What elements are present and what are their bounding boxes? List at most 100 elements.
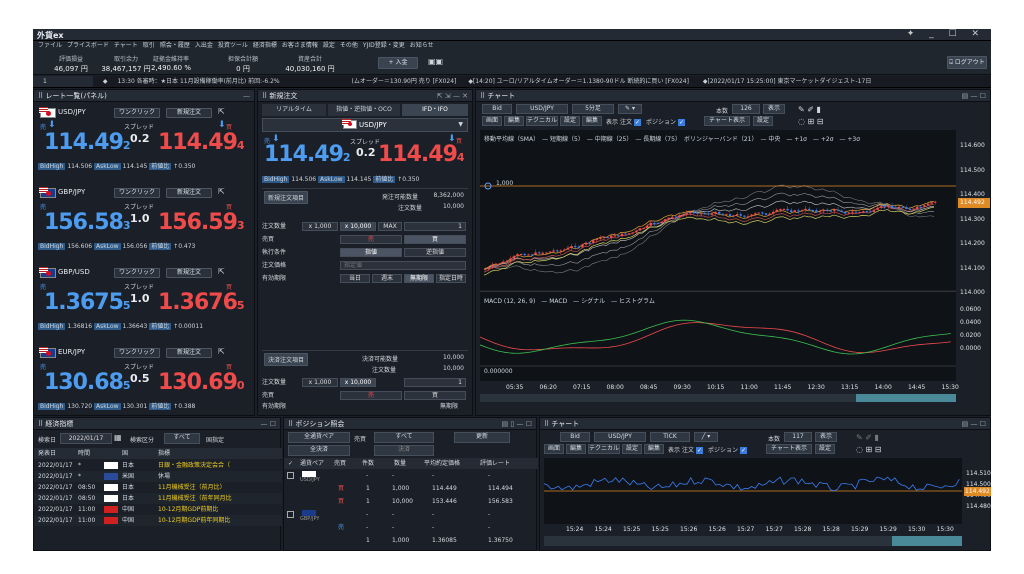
count-input[interactable]: 126 [732, 104, 760, 114]
price-input[interactable] [340, 261, 466, 270]
bid-price[interactable]: 114.492 [264, 142, 351, 167]
table-row[interactable]: 2022/01/17 * 米国 休場 [34, 471, 282, 482]
date-input[interactable]: 2022/01/17 [60, 433, 112, 444]
menu-item[interactable]: YJID登録・変更 [363, 41, 405, 51]
new-order-button[interactable]: 新規注文 [166, 108, 212, 118]
screen-button[interactable]: 画面 [544, 444, 564, 454]
edit-button[interactable]: 編集 [504, 116, 524, 126]
panel-controls[interactable]: ▤ — ☐ [962, 90, 986, 102]
cond-stop-button[interactable]: 逆指値 [404, 248, 466, 257]
side-sell-button[interactable]: 売 [340, 235, 402, 244]
pin-icon[interactable]: ⇱ [218, 187, 225, 196]
zoom-icons[interactable]: ◌ ⊞ ⊟ [798, 117, 823, 126]
display-toggle-icon[interactable]: ▣▣ [428, 57, 450, 69]
refresh-button[interactable]: 更新 [454, 432, 510, 443]
column-header[interactable]: 国 [122, 448, 128, 459]
bid-price[interactable]: 156.583 [44, 210, 131, 235]
pencil-icon[interactable]: ✎ ✐ ▮ [856, 433, 879, 442]
order-checkbox[interactable]: 注文 ✓ [620, 117, 641, 126]
tab-limit-stop-oco[interactable]: 指値・逆指値・OCO [328, 104, 400, 116]
settle-mult-1000-button[interactable]: x 1,000 [302, 378, 338, 387]
oneclick-button[interactable]: ワンクリック [114, 268, 160, 278]
menu-item[interactable]: お客さま情報 [282, 41, 318, 51]
logout-button[interactable]: ⍈ ログアウト [947, 56, 987, 69]
new-order-button[interactable]: 新規注文 [166, 268, 212, 278]
pair-select[interactable]: USD/JPY [516, 104, 568, 114]
chart-display-button[interactable]: チャート表示 [766, 444, 812, 454]
column-header[interactable]: 数量 [394, 458, 406, 469]
timeframe-select[interactable]: 5分足 [572, 104, 614, 114]
filter-select[interactable]: すべて [164, 433, 200, 444]
mult-10000-button[interactable]: x 10,000 [340, 222, 376, 231]
chart-scrollbar[interactable] [544, 536, 962, 546]
draw-tool-icon[interactable]: ╱ ▾ [694, 432, 718, 442]
table-row[interactable]: 2022/01/17 08:50 日本 11月機械受注（前月比） [34, 482, 282, 493]
ask-price[interactable]: 156.593 [158, 210, 245, 235]
column-header[interactable]: 指標 [158, 448, 170, 459]
menu-item[interactable]: ファイル [38, 41, 62, 51]
timeframe-select[interactable]: TICK [650, 432, 690, 442]
technical-button[interactable]: テクニカル [588, 444, 620, 454]
menu-item[interactable]: 経済指標 [253, 41, 277, 51]
table-row[interactable]: GBP/JPY - - - - [284, 509, 538, 522]
calendar-icon[interactable]: ▦ [114, 433, 122, 442]
column-header[interactable]: 売買 [334, 458, 346, 469]
mult-1000-button[interactable]: x 1,000 [302, 222, 338, 231]
table-row[interactable]: 1 1,000 1.36085 1.36750 [284, 535, 538, 546]
minimize-icon[interactable]: — [243, 90, 250, 102]
technical-button[interactable]: テクニカル [526, 116, 558, 126]
chart-display-button[interactable]: チャート表示 [704, 116, 750, 126]
settle-all-button[interactable]: 全決済 [288, 445, 350, 456]
cond-limit-button[interactable]: 指値 [340, 248, 402, 257]
bid-price[interactable]: 130.685 [44, 370, 131, 395]
menu-item[interactable]: 照会・履歴 [160, 41, 190, 51]
new-order-button[interactable]: 新規注文 [166, 188, 212, 198]
table-row[interactable]: USD/JPY - - - - [284, 470, 538, 483]
table-row[interactable]: 2022/01/17 11:00 中国 10-12月期GDP前年同期比 [34, 515, 282, 526]
menu-item[interactable]: 設定 [323, 41, 335, 51]
ticker-page[interactable]: 1 [33, 76, 93, 87]
pencil-icon[interactable]: ✎ ✐ ▮ [798, 105, 821, 114]
panel-controls[interactable]: ▤ — ☐ [962, 418, 986, 430]
order-checkbox[interactable]: 注文 ✓ [682, 445, 703, 454]
row-checkbox[interactable] [287, 472, 294, 479]
tab-ifd-ifo[interactable]: IFD・IFO [402, 104, 468, 116]
price-type-select[interactable]: Bid [482, 104, 512, 114]
zoom-icons[interactable]: ◌ ⊞ ⊟ [856, 445, 881, 454]
check-icon[interactable]: ✓ [288, 458, 293, 469]
settle-mult-10000-button[interactable]: x 10,000 [340, 378, 376, 387]
column-header[interactable]: 時間 [78, 448, 90, 459]
max-button[interactable]: MAX [378, 222, 402, 231]
ask-price[interactable]: 114.494 [158, 130, 245, 155]
settle-qty-input[interactable]: 1 [404, 378, 466, 387]
column-header[interactable]: 評価レート [480, 458, 510, 469]
show-button[interactable]: 表示 [763, 104, 785, 114]
bid-price[interactable]: 1.36755 [44, 290, 131, 315]
play-icon[interactable]: ◆ [103, 78, 108, 85]
price-chart[interactable]: 移動平均線（SMA） — 短期線（5） — 中期線（25） — 長期線（75） … [480, 130, 956, 290]
exp-week-button[interactable]: 週末 [372, 274, 402, 283]
count-input[interactable]: 117 [784, 432, 812, 442]
exp-date-button[interactable]: 指定日時 [436, 274, 466, 283]
draw-tool-icon[interactable]: ✎ ▾ [618, 104, 642, 114]
ask-price[interactable]: 114.494 [378, 142, 465, 167]
table-row[interactable]: 買 1 10,000 153.446 156.583 [284, 496, 538, 507]
oneclick-button[interactable]: ワンクリック [114, 348, 160, 358]
settle-buy-button[interactable]: 買 [404, 391, 466, 400]
pair-select[interactable]: USD/JPY ▼ [262, 118, 468, 132]
macd-chart[interactable]: MACD (12, 26, 9) — MACD — シグナル — ヒストグラム … [479, 291, 956, 381]
column-header[interactable]: 平均約定価格 [424, 458, 460, 469]
side-buy-button[interactable]: 買 [404, 235, 466, 244]
menu-item[interactable]: 投資ツール [218, 41, 248, 51]
table-row[interactable]: 買 1 1,000 114.449 114.494 [284, 483, 538, 494]
exp-today-button[interactable]: 当日 [340, 274, 370, 283]
window-controls[interactable]: ✦ _ ☐ ✕ [907, 29, 985, 39]
position-checkbox[interactable]: ポジション ✓ [646, 117, 685, 126]
side-filter-select[interactable]: すべて [374, 432, 434, 443]
settle-button[interactable]: 決済 [374, 445, 434, 456]
panel-controls[interactable]: — ☐ [260, 418, 276, 430]
settle-sell-button[interactable]: 売 [340, 391, 402, 400]
edit-button[interactable]: 編集 [566, 444, 586, 454]
qty-input[interactable]: 1 [404, 222, 466, 231]
scrollbar-thumb[interactable] [892, 536, 962, 546]
